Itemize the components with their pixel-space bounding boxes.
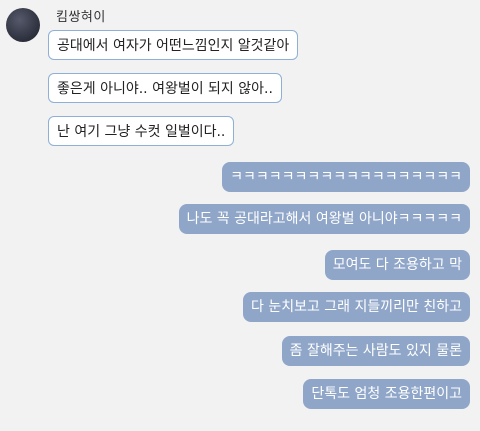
sent-message[interactable]: 모여도 다 조용하고 막 — [324, 250, 470, 280]
chat-screen: 킴쌍혀이 공대에서 여자가 어떤느낌인지 알것같아 좋은게 아니야.. 여왕벌이… — [0, 0, 480, 431]
received-message[interactable]: 좋은게 아니야.. 여왕벌이 되지 않아.. — [48, 73, 282, 103]
sent-message[interactable]: 좀 잘해주는 사람도 있지 물론 — [281, 336, 470, 366]
sent-message[interactable]: 단톡도 엄청 조용한편이고 — [303, 379, 470, 409]
sent-message[interactable]: ㅋㅋㅋㅋㅋㅋㅋㅋㅋㅋㅋㅋㅋㅋㅋㅋㅋㅋ — [222, 162, 470, 192]
received-message[interactable]: 난 여기 그냥 수컷 일벌이다.. — [48, 116, 235, 146]
sent-message[interactable]: 나도 꼭 공대라고해서 여왕벌 아니야ㅋㅋㅋㅋㅋ — [178, 204, 470, 234]
received-message[interactable]: 공대에서 여자가 어떤느낌인지 알것같아 — [48, 30, 299, 60]
sent-message[interactable]: 다 눈치보고 그래 지들끼리만 친하고 — [243, 292, 470, 322]
avatar[interactable] — [6, 8, 40, 42]
sender-name: 킴쌍혀이 — [56, 10, 106, 25]
